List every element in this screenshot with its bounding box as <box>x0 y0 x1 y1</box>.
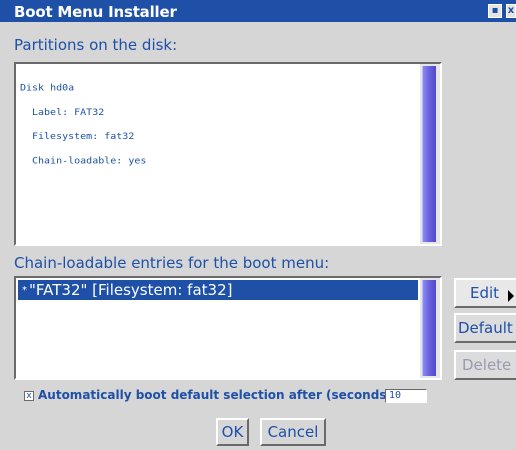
list-item-text: "FAT32" [Filesystem: fat32] <box>29 281 233 299</box>
ok-button[interactable]: OK <box>216 418 249 446</box>
default-button[interactable]: Default <box>454 313 516 343</box>
mouse-pointer-icon <box>508 290 514 302</box>
delete-button[interactable]: Delete <box>454 350 516 380</box>
partition-info: Disk hd0a Label: FAT32 Filesystem: fat32… <box>20 68 146 181</box>
partitions-label: Partitions on the disk: <box>14 36 178 54</box>
cancel-button[interactable]: Cancel <box>260 418 326 446</box>
title-bar[interactable]: Boot Menu Installer ▪ x <box>0 0 516 22</box>
autoboot-seconds-input[interactable]: 10 <box>385 389 427 403</box>
boot-menu-installer-window: Boot Menu Installer ▪ x Partitions on th… <box>0 0 516 450</box>
entries-label: Chain-loadable entries for the boot menu… <box>14 254 330 272</box>
partitions-scrollbar[interactable] <box>420 64 440 244</box>
minimize-button[interactable]: ▪ <box>488 4 502 18</box>
window-title: Boot Menu Installer <box>14 3 177 21</box>
edit-button[interactable]: Edit <box>454 278 516 308</box>
partitions-scroll-thumb[interactable] <box>422 66 436 242</box>
autoboot-label: Automatically boot default selection aft… <box>38 388 392 402</box>
entries-scroll-thumb[interactable] <box>422 280 436 376</box>
partition-filesystem-line: Filesystem: fat32 <box>32 131 135 142</box>
entries-content: * "FAT32" [Filesystem: fat32] <box>16 278 420 378</box>
entries-list[interactable]: * "FAT32" [Filesystem: fat32] <box>14 276 442 380</box>
list-item[interactable]: * "FAT32" [Filesystem: fat32] <box>18 280 418 300</box>
partitions-panel[interactable]: Disk hd0a Label: FAT32 Filesystem: fat32… <box>14 62 442 246</box>
entries-scrollbar[interactable] <box>420 278 440 378</box>
list-item-marker: * <box>22 284 27 296</box>
partition-disk-line: Disk hd0a <box>20 83 75 94</box>
partition-chainloadable-line: Chain-loadable: yes <box>32 156 147 167</box>
close-button[interactable]: x <box>506 4 516 18</box>
partition-label-line: Label: FAT32 <box>32 107 105 118</box>
autoboot-checkbox[interactable]: x <box>24 391 34 401</box>
partitions-content: Disk hd0a Label: FAT32 Filesystem: fat32… <box>16 64 420 244</box>
